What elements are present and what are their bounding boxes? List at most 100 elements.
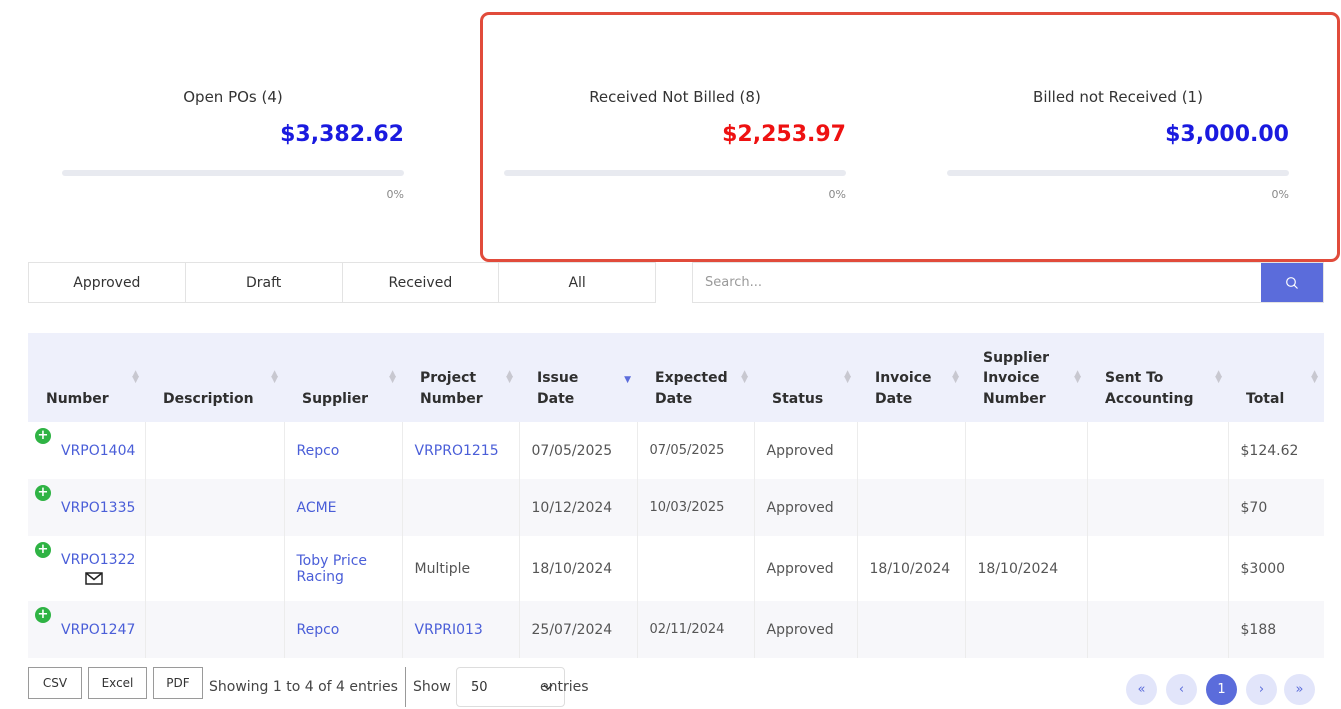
header-label: Number — [420, 390, 483, 407]
supplier-invoice-number-cell — [965, 479, 1088, 536]
column-header-issue-date[interactable]: Issue Date ▼ — [519, 333, 637, 422]
status-cell: Approved — [754, 536, 858, 601]
header-label: Description — [163, 390, 254, 407]
export-excel-button[interactable]: Excel — [88, 667, 147, 699]
pagination-next-button[interactable]: › — [1246, 674, 1277, 705]
sort-icon: ▲ ▼ — [1311, 369, 1318, 385]
project-number-cell — [402, 479, 520, 536]
sort-icon: ▲ ▼ — [271, 369, 278, 385]
project-link[interactable]: VRPRO1215 — [415, 443, 499, 459]
card-amount: $3,382.62 — [280, 122, 404, 147]
search-input[interactable] — [693, 263, 1261, 302]
supplier-link[interactable]: Repco — [297, 622, 340, 638]
column-header-expected-date[interactable]: Expected Date ▲ ▼ — [637, 333, 754, 422]
table-header-row: Number ▲ ▼ Description ▲ ▼ Supplier ▲ ▼ Projec… — [28, 333, 1324, 422]
export-csv-button[interactable]: CSV — [28, 667, 82, 699]
column-header-number[interactable]: Number ▲ ▼ — [28, 333, 145, 422]
number-cell: + VRPO1335 — [28, 479, 146, 536]
status-cell: Approved — [754, 422, 858, 479]
column-header-invoice-date[interactable]: Invoice Date ▲ ▼ — [857, 333, 965, 422]
project-link[interactable]: VRPRI013 — [415, 622, 483, 638]
header-label: Invoice — [875, 370, 932, 387]
supplier-link[interactable]: ACME — [297, 500, 337, 516]
project-number-cell: VRPRO1215 — [402, 422, 520, 479]
supplier-invoice-number-cell — [965, 601, 1088, 658]
total-cell: $124.62 — [1240, 442, 1299, 459]
header-label: Number — [46, 390, 109, 407]
tab-all[interactable]: All — [499, 263, 655, 302]
sent-to-accounting-cell — [1087, 422, 1229, 479]
sort-icon: ▲ ▼ — [741, 369, 748, 385]
table-row[interactable]: + VRPO1404 Repco VRPRO1215 07/05/2025 07/… — [28, 422, 1324, 479]
export-pdf-button[interactable]: PDF — [153, 667, 203, 699]
entries-info: Showing 1 to 4 of 4 entries — [209, 679, 398, 695]
pagination-last-button[interactable]: » — [1284, 674, 1315, 705]
issue-date-cell: 25/07/2024 — [519, 601, 638, 658]
invoice-date-cell — [857, 422, 966, 479]
supplier-name-line: Racing — [296, 568, 344, 585]
supplier-cell: Toby Price Racing — [284, 536, 403, 601]
tab-received[interactable]: Received — [343, 263, 500, 302]
po-number-link[interactable]: VRPO1247 — [61, 622, 135, 638]
sent-to-accounting-cell — [1087, 601, 1229, 658]
sort-icon: ▲ ▼ — [844, 369, 851, 385]
total-cell: $188 — [1240, 621, 1277, 638]
supplier-cell: Repco — [284, 601, 403, 658]
po-number-link[interactable]: VRPO1335 — [61, 500, 135, 516]
po-number-link[interactable]: VRPO1322 — [61, 552, 135, 568]
supplier-invoice-number-cell: 18/10/2024 — [965, 536, 1088, 601]
card-title: Open POs (4) — [183, 88, 283, 106]
number-cell: + VRPO1247 — [28, 601, 146, 658]
pagination-first-button[interactable]: « — [1126, 674, 1157, 705]
invoice-date-cell: 18/10/2024 — [857, 536, 966, 601]
header-label: Date — [875, 390, 913, 407]
issue-date-cell: 07/05/2025 — [519, 422, 638, 479]
expected-date-cell: 02/11/2024 — [637, 601, 755, 658]
supplier-name-line: Toby Price — [296, 552, 368, 569]
number-cell: + VRPO1404 — [28, 422, 146, 479]
table-row[interactable]: + VRPO1322 Toby Price Racing Multiple 18/1… — [28, 536, 1324, 601]
number-cell: + VRPO1322 — [28, 536, 146, 601]
expand-row-icon[interactable]: + — [35, 542, 51, 558]
header-label: Issue — [537, 370, 579, 387]
column-header-total[interactable]: Total ▲ ▼ — [1228, 333, 1324, 422]
header-label: Invoice — [983, 370, 1040, 387]
header-label: Number — [983, 390, 1046, 407]
highlight-annotation-box — [480, 12, 1340, 262]
tab-approved[interactable]: Approved — [29, 263, 186, 302]
column-header-project-number[interactable]: Project Number ▲ ▼ — [402, 333, 519, 422]
pagination-prev-button[interactable]: ‹ — [1166, 674, 1197, 705]
column-header-supplier-invoice-number[interactable]: Supplier Invoice Number ▲ ▼ — [965, 333, 1087, 422]
email-icon[interactable] — [85, 572, 103, 585]
expand-row-icon[interactable]: + — [35, 485, 51, 501]
header-label: Accounting — [1105, 390, 1194, 407]
supplier-link[interactable]: Toby Price Racing — [297, 553, 368, 585]
expand-row-icon[interactable]: + — [35, 607, 51, 623]
project-number-cell: VRPRI013 — [402, 601, 520, 658]
supplier-invoice-number-cell — [965, 422, 1088, 479]
tab-draft[interactable]: Draft — [186, 263, 343, 302]
search-bar — [692, 262, 1324, 303]
total-cell: $70 — [1240, 499, 1268, 516]
description-cell — [145, 479, 285, 536]
header-label: Date — [655, 390, 693, 407]
sort-icon: ▲ ▼ — [952, 369, 959, 385]
po-number-link[interactable]: VRPO1404 — [61, 443, 135, 459]
search-button[interactable] — [1261, 263, 1323, 302]
total-cell: $3000 — [1240, 560, 1286, 577]
sort-icon: ▲ ▼ — [132, 369, 139, 385]
sort-icon: ▲ ▼ — [506, 369, 513, 385]
expand-row-icon[interactable]: + — [35, 428, 51, 444]
issue-date-cell: 18/10/2024 — [519, 536, 638, 601]
table-row[interactable]: + VRPO1335 ACME 10/12/2024 10/03/2025 App… — [28, 479, 1324, 536]
column-header-supplier[interactable]: Supplier ▲ ▼ — [284, 333, 402, 422]
pagination-page-1[interactable]: 1 — [1206, 674, 1237, 705]
sort-icon: ▲ ▼ — [1215, 369, 1222, 385]
column-header-status[interactable]: Status ▲ ▼ — [754, 333, 857, 422]
column-header-sent-to-accounting[interactable]: Sent To Accounting ▲ ▼ — [1087, 333, 1228, 422]
supplier-link[interactable]: Repco — [297, 443, 340, 459]
column-header-description[interactable]: Description ▲ ▼ — [145, 333, 284, 422]
table-row[interactable]: + VRPO1247 Repco VRPRI013 25/07/2024 02/1… — [28, 601, 1324, 658]
search-icon — [1286, 276, 1298, 289]
status-filter-tabs: Approved Draft Received All — [28, 262, 656, 303]
